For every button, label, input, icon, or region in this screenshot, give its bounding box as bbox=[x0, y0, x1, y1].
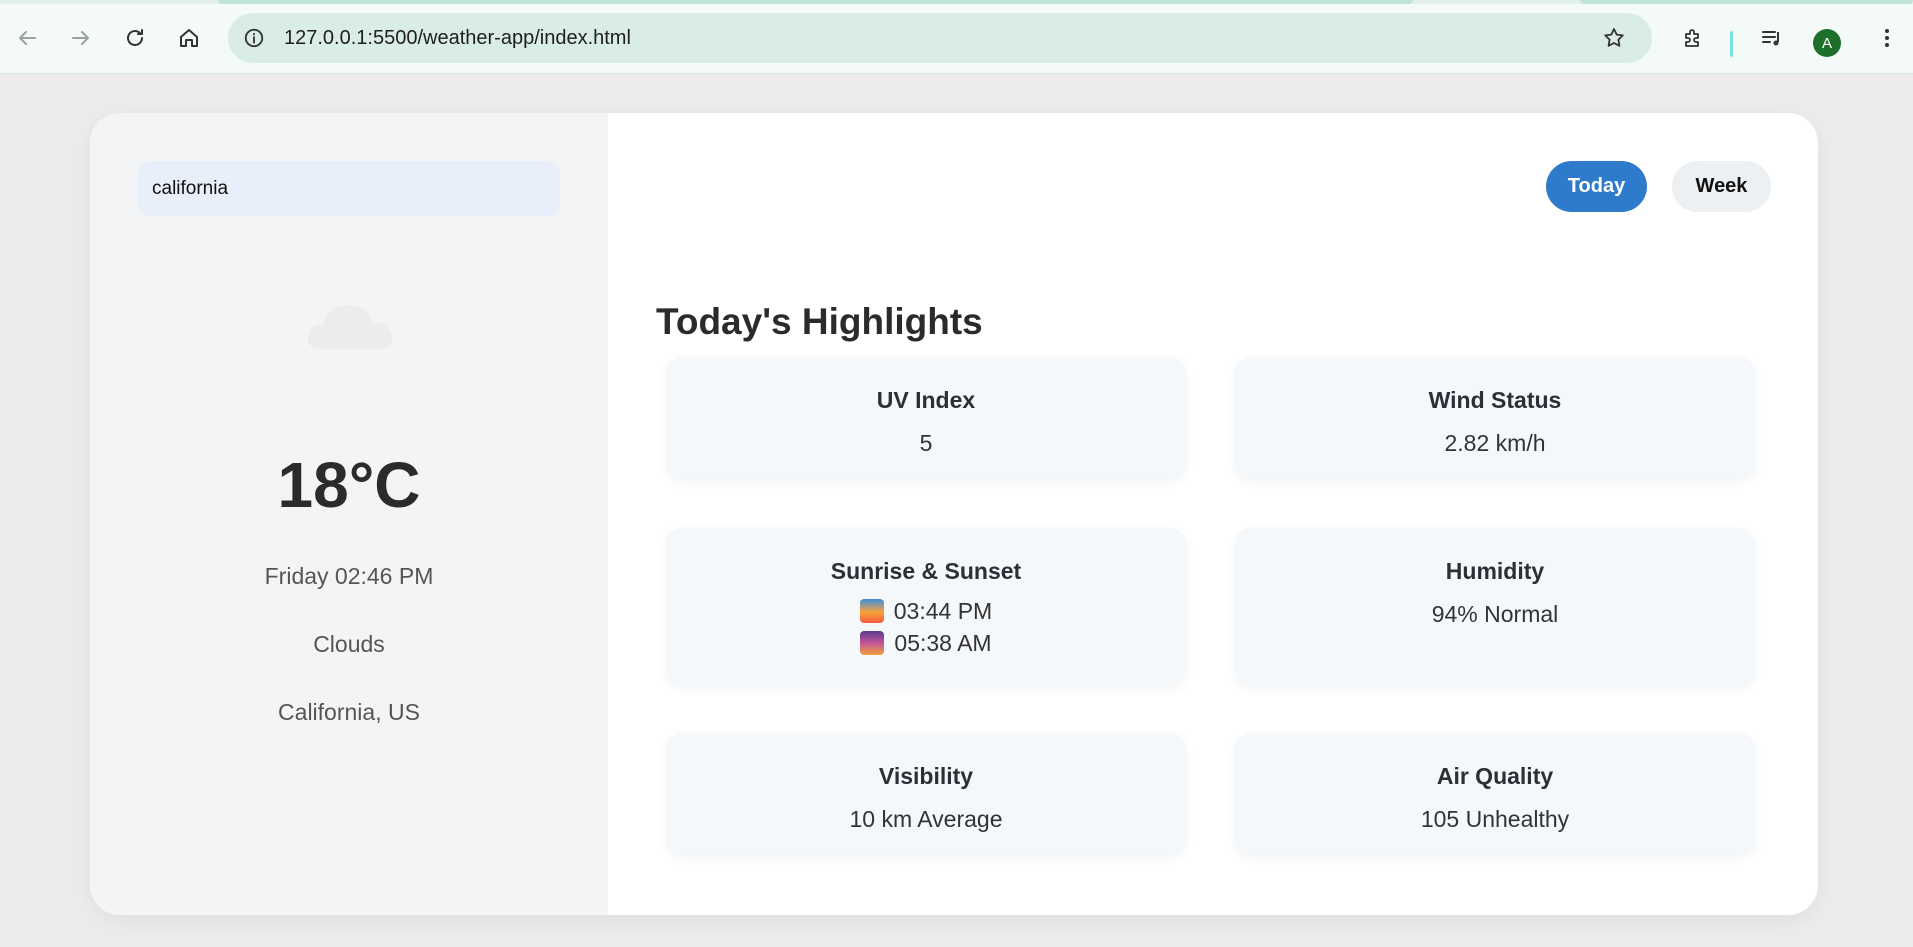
reload-button[interactable] bbox=[115, 18, 155, 58]
sunrise-icon bbox=[859, 599, 884, 623]
today-button[interactable]: Today bbox=[1546, 161, 1647, 212]
wind-status-label: Wind Status bbox=[1428, 387, 1562, 413]
profile-avatar[interactable]: A bbox=[1813, 29, 1841, 57]
forward-arrow-icon bbox=[72, 31, 89, 45]
uv-index-label: UV Index bbox=[876, 387, 976, 413]
date-time: Friday 02:46 PM bbox=[264, 563, 434, 589]
visibility-label: Visibility bbox=[878, 763, 974, 789]
puzzle-icon bbox=[1685, 29, 1699, 47]
browser-toolbar: 127.0.0.1:5500/weather-app/index.html A bbox=[0, 4, 1913, 74]
menu-button[interactable] bbox=[1867, 18, 1907, 58]
wind-status-card: Wind Status 2.82 km/h bbox=[1235, 357, 1755, 479]
air-quality-label: Air Quality bbox=[1436, 763, 1554, 789]
sidebar: 18°C Friday 02:46 PM Clouds California, … bbox=[90, 113, 608, 915]
air-quality-card: Air Quality 105 Unhealthy bbox=[1235, 733, 1755, 855]
sunrise-row: 03:44 PM bbox=[666, 595, 1186, 627]
address-bar[interactable]: 127.0.0.1:5500/weather-app/index.html bbox=[228, 13, 1652, 63]
weather-app-card: 18°C Friday 02:46 PM Clouds California, … bbox=[90, 113, 1818, 915]
visibility-value: 10 km Average bbox=[849, 806, 1003, 832]
humidity-label: Humidity bbox=[1445, 558, 1545, 584]
bookmark-star-icon[interactable] bbox=[1600, 24, 1628, 52]
toolbar-divider bbox=[1730, 31, 1733, 57]
extensions-button[interactable] bbox=[1673, 18, 1713, 58]
visibility-card: Visibility 10 km Average bbox=[666, 733, 1186, 855]
search-input[interactable] bbox=[138, 161, 560, 216]
back-arrow-icon bbox=[19, 31, 36, 45]
home-icon bbox=[180, 29, 198, 47]
sunrise-sunset-card: Sunrise & Sunset 03:44 PM 05:38 AM bbox=[666, 528, 1186, 686]
forward-button[interactable] bbox=[61, 18, 101, 58]
temperature: 18°C bbox=[277, 449, 421, 521]
humidity-value: 94% Normal bbox=[1431, 601, 1559, 627]
cloud-icon bbox=[307, 305, 393, 349]
back-button[interactable] bbox=[7, 18, 47, 58]
site-info-icon[interactable] bbox=[240, 24, 268, 52]
sunrise-sunset-label: Sunrise & Sunset bbox=[830, 558, 1022, 584]
media-controls-button[interactable] bbox=[1752, 18, 1792, 58]
uv-index-value: 5 bbox=[919, 430, 933, 456]
sunrise-time: 03:44 PM bbox=[893, 597, 993, 624]
reload-icon bbox=[127, 29, 143, 46]
sunset-row: 05:38 AM bbox=[666, 627, 1186, 659]
air-quality-value: 105 Unhealthy bbox=[1420, 806, 1570, 832]
main-panel: Today Week Today's Highlights UV Index 5… bbox=[608, 113, 1818, 915]
playlist-icon bbox=[1762, 31, 1779, 46]
wind-status-value: 2.82 km/h bbox=[1444, 430, 1546, 456]
weather-condition: Clouds bbox=[313, 631, 385, 657]
home-button[interactable] bbox=[169, 18, 209, 58]
location: California, US bbox=[278, 699, 420, 725]
kebab-menu-icon bbox=[1885, 29, 1889, 47]
sunset-time: 05:38 AM bbox=[894, 629, 992, 656]
highlights-title: Today's Highlights bbox=[656, 301, 983, 342]
url-text[interactable]: 127.0.0.1:5500/weather-app/index.html bbox=[284, 27, 631, 50]
week-button[interactable]: Week bbox=[1672, 161, 1771, 212]
uv-index-card: UV Index 5 bbox=[666, 357, 1186, 479]
sunset-icon bbox=[860, 631, 885, 655]
humidity-card: Humidity 94% Normal bbox=[1235, 528, 1755, 686]
